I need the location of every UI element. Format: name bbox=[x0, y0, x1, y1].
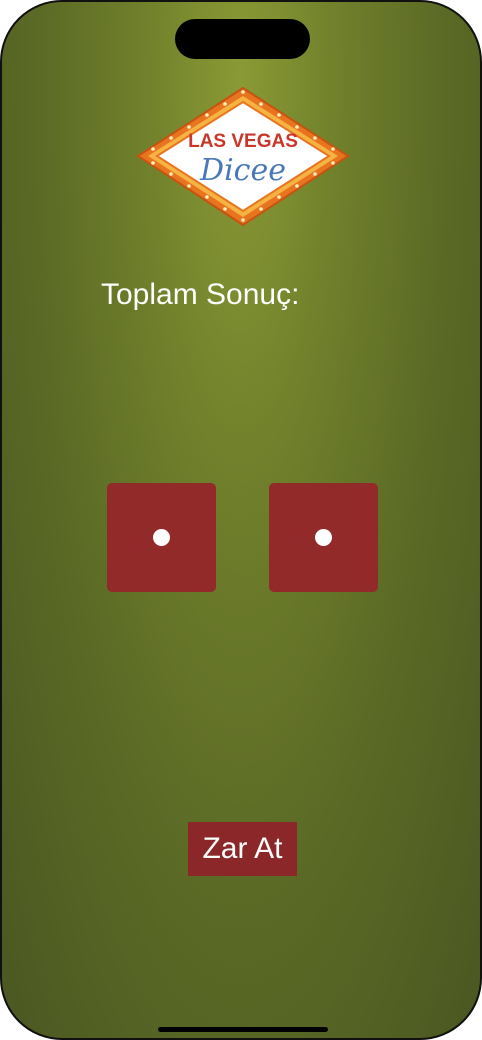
phone-screen: LAS VEGAS Dicee Toplam Sonuç: Zar At bbox=[0, 0, 482, 1040]
left-die bbox=[107, 483, 216, 592]
home-indicator[interactable] bbox=[158, 1027, 328, 1032]
right-die bbox=[269, 483, 378, 592]
logo-subtitle: Dicee bbox=[199, 153, 286, 188]
roll-dice-button[interactable]: Zar At bbox=[188, 822, 297, 876]
las-vegas-dicee-logo: LAS VEGAS Dicee bbox=[136, 86, 350, 227]
logo-title: LAS VEGAS bbox=[188, 131, 298, 152]
die-pip bbox=[153, 529, 170, 546]
dynamic-island bbox=[175, 19, 310, 59]
total-result-label: Toplam Sonuç: bbox=[101, 278, 300, 311]
die-pip bbox=[315, 529, 332, 546]
